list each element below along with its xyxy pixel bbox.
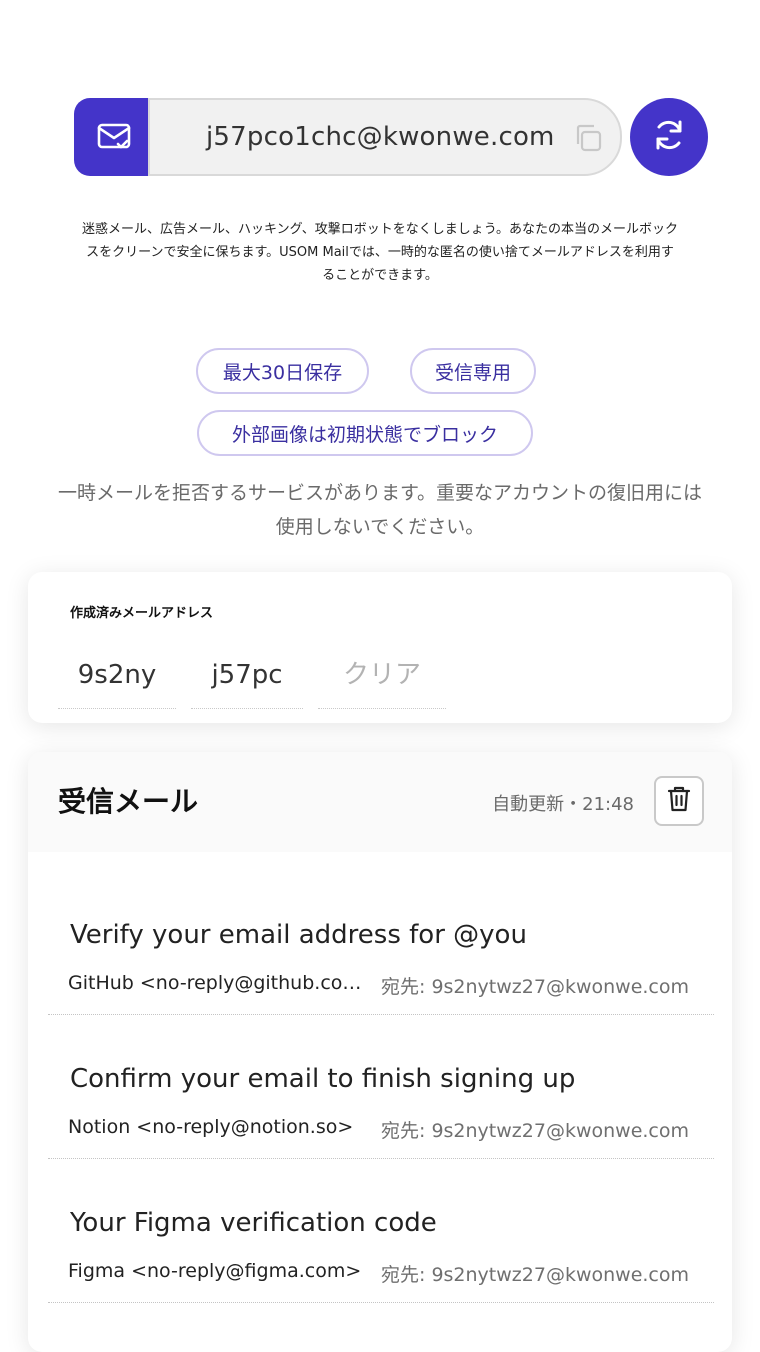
delete-all-button[interactable] [654,776,704,826]
inbox-title: 受信メール [58,785,199,818]
mail-list-item[interactable]: Confirm your email to finish signing up … [48,1014,714,1159]
mail-subject: Confirm your email to finish signing up [70,1064,576,1094]
mail-sender: Notion <no-reply@notion.so> [68,1116,354,1138]
chip-max-retention: 最大30日保存 [196,348,369,394]
chip-receive-only: 受信専用 [410,348,536,394]
mail-sender: Figma <no-reply@figma.com> [68,1260,362,1282]
chip-image-block: 外部画像は初期状態でブロック [197,410,533,456]
trash-icon [667,786,691,816]
mail-subject: Verify your email address for @you [70,920,527,950]
refresh-icon [651,117,687,157]
created-addresses-card: 作成済みメールアドレス 9s2ny j57pc クリア [28,572,732,723]
email-address-text[interactable]: j57pco1chc@kwonwe.com [206,100,555,174]
copy-icon[interactable] [572,122,604,154]
mail-recipient: 宛先: 9s2nytwz27@kwonwe.com [381,976,689,998]
mail-recipient: 宛先: 9s2nytwz27@kwonwe.com [381,1264,689,1286]
mail-subject: Your Figma verification code [70,1208,437,1238]
refresh-button[interactable] [630,98,708,176]
inbox-header: 受信メール 自動更新・21:48 [28,752,732,852]
usage-warning: 一時メールを拒否するサービスがあります。重要なアカウントの復旧用には使用しないで… [57,482,703,538]
mail-recipient: 宛先: 9s2nytwz27@kwonwe.com [381,1120,689,1142]
service-description: 迷惑メール、広告メール、ハッキング、攻撃ロボットをなくしましょう。あなたの本当の… [82,222,678,283]
address-panel: j57pco1chc@kwonwe.com 迷惑メール、広告メール、ハッキング、… [0,0,760,570]
mail-list-item[interactable]: Verify your email address for @you GitHu… [48,870,714,1015]
clear-addresses-button[interactable]: クリア [318,642,446,709]
mail-check-icon [74,98,154,176]
address-tab-9s2ny[interactable]: 9s2ny [58,642,176,709]
created-addresses-title: 作成済みメールアドレス [70,606,214,621]
mail-list-item[interactable]: Your Figma verification code Figma <no-r… [48,1158,714,1303]
address-tab-j57pc[interactable]: j57pc [191,642,303,709]
auto-refresh-status: 自動更新・21:48 [492,794,634,815]
inbox-card: 受信メール 自動更新・21:48 Verify your email addre… [28,752,732,1352]
email-address-field[interactable]: j57pco1chc@kwonwe.com [148,98,622,176]
mail-sender: GitHub <no-reply@github.com> [68,972,364,994]
address-row: j57pco1chc@kwonwe.com [74,98,708,176]
